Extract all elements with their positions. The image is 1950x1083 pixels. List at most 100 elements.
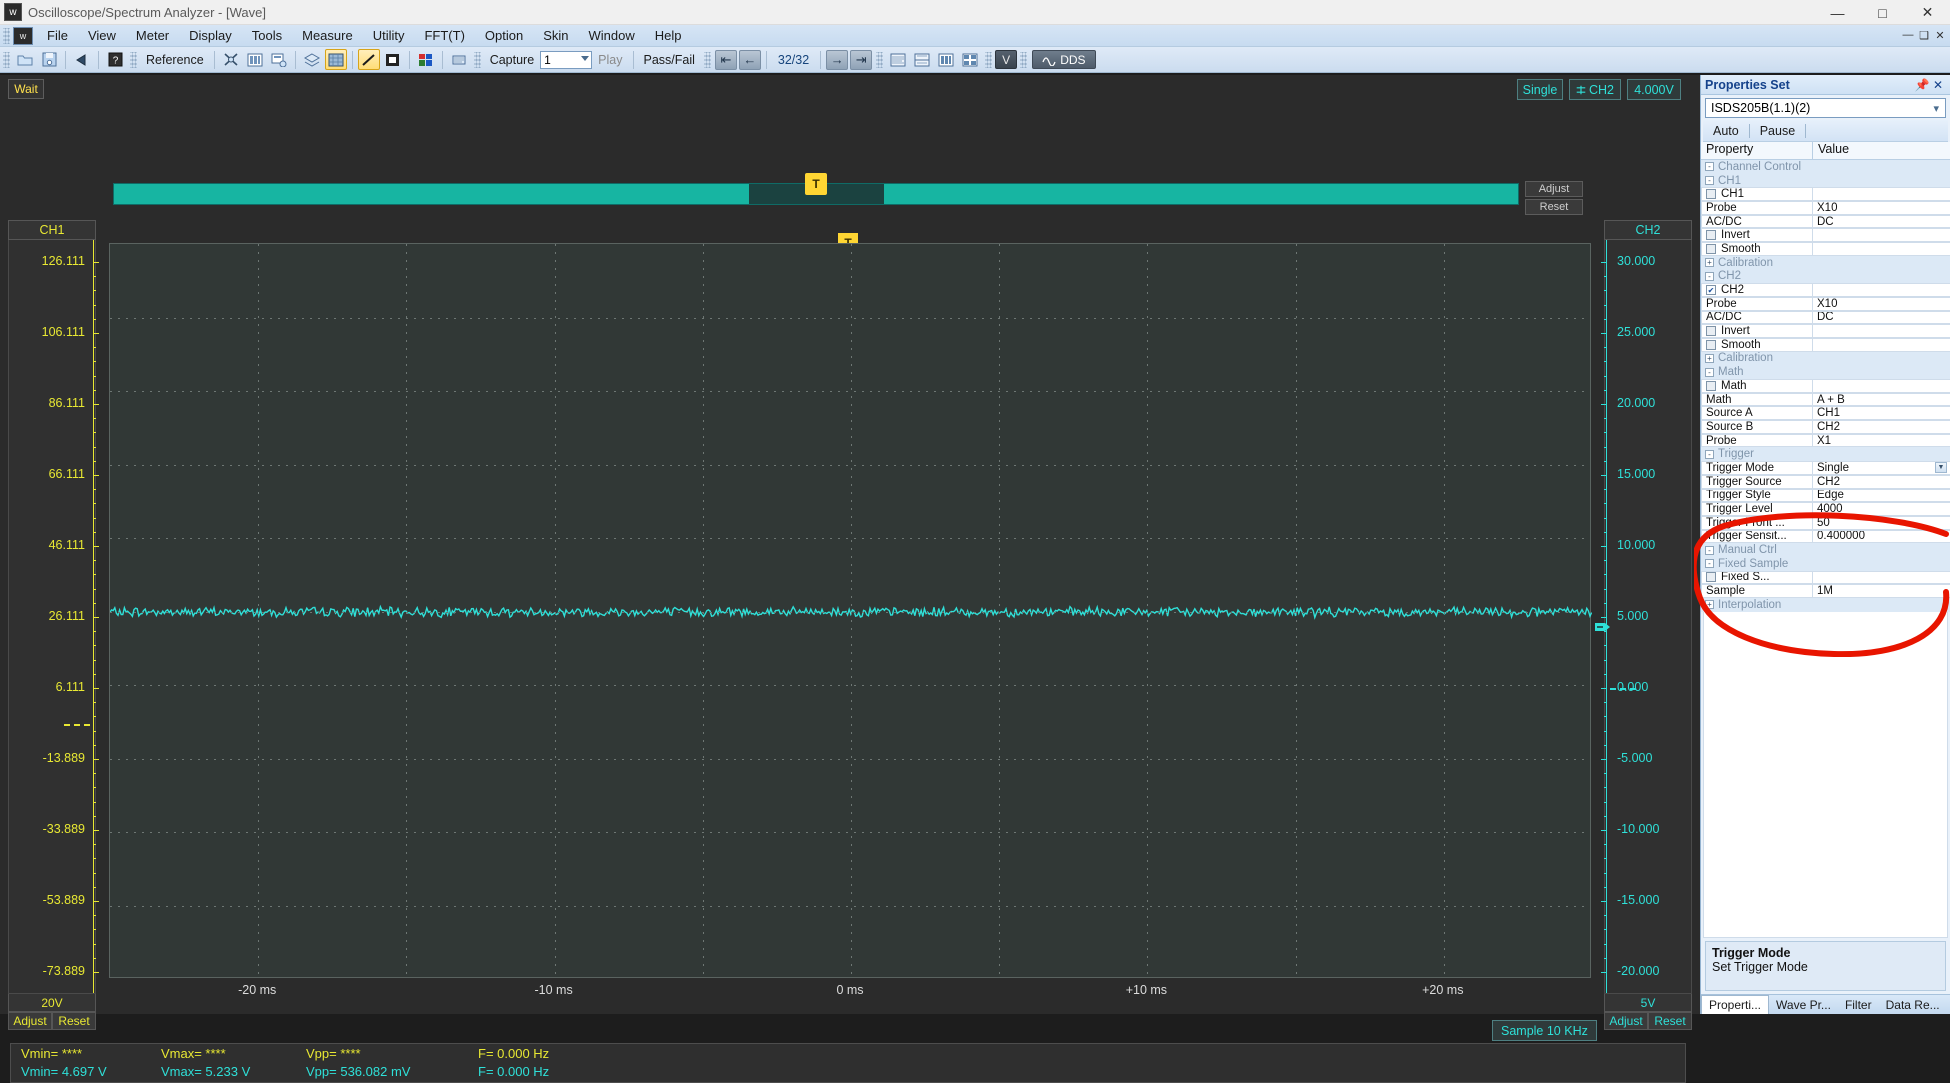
property-checkbox[interactable] [1706, 189, 1716, 200]
property-checkbox[interactable] [1706, 326, 1716, 337]
property-value[interactable]: CH2 [1812, 474, 1950, 489]
property-value[interactable]: DC [1812, 214, 1950, 229]
property-group-row[interactable]: + Calibration [1701, 351, 1950, 366]
property-checkbox[interactable]: ✔ [1706, 285, 1716, 296]
properties-tab[interactable]: Properti... [1701, 995, 1770, 1014]
property-checkbox[interactable] [1706, 243, 1716, 254]
minimize-button[interactable]: — [1815, 0, 1860, 25]
property-group-row[interactable]: - Channel Control [1701, 160, 1950, 174]
toolbar-grip-4[interactable] [703, 51, 711, 68]
pin-icon[interactable]: 📌 [1914, 78, 1930, 92]
expand-icon[interactable]: + [1705, 353, 1714, 363]
overview-reset-button[interactable]: Reset [1525, 199, 1583, 215]
property-value[interactable] [1813, 365, 1950, 379]
property-value[interactable]: 1M [1812, 584, 1950, 598]
ch2-offset-marker-icon[interactable] [1594, 620, 1612, 634]
waveform-plot[interactable] [109, 243, 1592, 978]
copy-window-icon[interactable] [268, 49, 290, 70]
ch2-reset-button[interactable]: Reset [1648, 1012, 1692, 1030]
properties-tab[interactable]: Data Re... [1879, 996, 1947, 1014]
collapse-icon[interactable]: - [1705, 545, 1714, 555]
property-row[interactable]: ✔ CH2 [1701, 283, 1950, 297]
pause-button[interactable]: Pause [1750, 124, 1805, 138]
property-value[interactable]: 0.400000 [1812, 529, 1950, 544]
property-row[interactable]: AC/DC DC [1701, 214, 1950, 229]
property-row[interactable]: Math [1701, 379, 1950, 393]
layout-stack-icon[interactable] [887, 49, 909, 70]
property-value[interactable] [1812, 228, 1950, 243]
trigger-level-badge[interactable]: 4.000V [1627, 79, 1681, 100]
folder-open-icon[interactable] [14, 49, 36, 70]
property-checkbox[interactable] [1706, 230, 1716, 241]
ch1-label[interactable]: CH1 [8, 220, 96, 240]
menu-fft[interactable]: FFT(T) [414, 26, 474, 45]
overview-trigger-marker[interactable]: T [805, 173, 827, 195]
menu-help[interactable]: Help [645, 26, 692, 45]
property-row[interactable]: Source B CH2 [1701, 420, 1950, 434]
diagonal-line-icon[interactable] [357, 49, 380, 70]
menu-meter[interactable]: Meter [126, 26, 179, 45]
property-row[interactable]: Math A + B [1701, 392, 1950, 407]
property-value[interactable] [1812, 337, 1950, 352]
property-row[interactable]: Trigger Level 4000 [1701, 502, 1950, 516]
menu-tools[interactable]: Tools [242, 26, 292, 45]
doc-restore-button[interactable]: ❑ [1916, 25, 1932, 45]
layers-icon[interactable] [301, 49, 323, 70]
menu-option[interactable]: Option [475, 26, 533, 45]
property-group-row[interactable]: - Fixed Sample [1701, 556, 1950, 571]
menu-grip[interactable] [3, 27, 10, 44]
play-button[interactable]: Play [592, 53, 628, 67]
overview-adjust-button[interactable]: Adjust [1525, 181, 1583, 197]
sample-rate-badge[interactable]: Sample 10 KHz [1492, 1020, 1597, 1041]
expand-icon[interactable]: + [1705, 258, 1714, 268]
properties-tab[interactable]: Wave Pr... [1769, 996, 1838, 1014]
property-group-row[interactable]: + Interpolation [1701, 598, 1950, 612]
properties-tab[interactable]: Filter [1838, 996, 1879, 1014]
menu-view[interactable]: View [78, 26, 126, 45]
property-row[interactable]: Probe X1 [1701, 433, 1950, 448]
property-value[interactable] [1812, 379, 1950, 393]
ch1-adjust-button[interactable]: Adjust [8, 1012, 52, 1030]
menu-display[interactable]: Display [179, 26, 242, 45]
property-value[interactable]: A + B [1812, 392, 1950, 407]
toolbar-grip-1[interactable] [3, 51, 10, 68]
property-value[interactable] [1813, 160, 1950, 174]
layout-columns-icon[interactable] [935, 49, 957, 70]
print-icon[interactable] [448, 49, 470, 70]
help-question-icon[interactable]: ? [104, 49, 126, 70]
ch1-volts-div[interactable]: 20V [8, 994, 96, 1012]
maximize-button[interactable]: □ [1860, 0, 1905, 25]
property-group-row[interactable]: - Trigger [1701, 447, 1950, 462]
collapse-icon[interactable]: - [1705, 162, 1714, 172]
toolbar-grip-7[interactable] [1020, 51, 1028, 68]
property-value[interactable] [1813, 352, 1950, 366]
property-row[interactable]: Smooth [1701, 242, 1950, 256]
doc-close-button[interactable]: ✕ [1932, 25, 1948, 45]
property-value[interactable] [1813, 174, 1950, 188]
property-row[interactable]: Invert [1701, 228, 1950, 243]
property-row[interactable]: Probe X10 [1701, 201, 1950, 215]
property-group-row[interactable]: - CH2 [1701, 269, 1950, 284]
trigger-source-badge[interactable]: CH2 [1569, 79, 1621, 100]
skip-last-icon[interactable]: ⇥ [850, 49, 873, 70]
property-value[interactable] [1812, 324, 1950, 338]
columns-icon[interactable] [244, 49, 266, 70]
property-value[interactable]: CH1 [1812, 406, 1950, 421]
property-row[interactable]: Invert [1701, 324, 1950, 338]
collapse-icon[interactable]: - [1705, 176, 1714, 186]
property-value[interactable] [1812, 187, 1950, 202]
property-row[interactable]: Fixed S... [1701, 570, 1950, 585]
property-row[interactable]: CH1 [1701, 187, 1950, 202]
ch2-label[interactable]: CH2 [1604, 220, 1692, 240]
property-value[interactable]: X1 [1812, 433, 1950, 448]
ch2-volts-div[interactable]: 5V [1604, 994, 1692, 1012]
expand-icon[interactable]: + [1705, 600, 1714, 610]
save-icon[interactable] [38, 49, 60, 70]
property-value[interactable]: 50 [1812, 515, 1950, 530]
doc-minimize-button[interactable]: — [1900, 25, 1916, 45]
property-value[interactable] [1813, 256, 1950, 270]
property-value[interactable]: 4000 [1812, 502, 1950, 516]
property-value[interactable] [1813, 557, 1950, 571]
property-row[interactable]: Smooth [1701, 337, 1950, 352]
layout-split-icon[interactable] [911, 49, 933, 70]
